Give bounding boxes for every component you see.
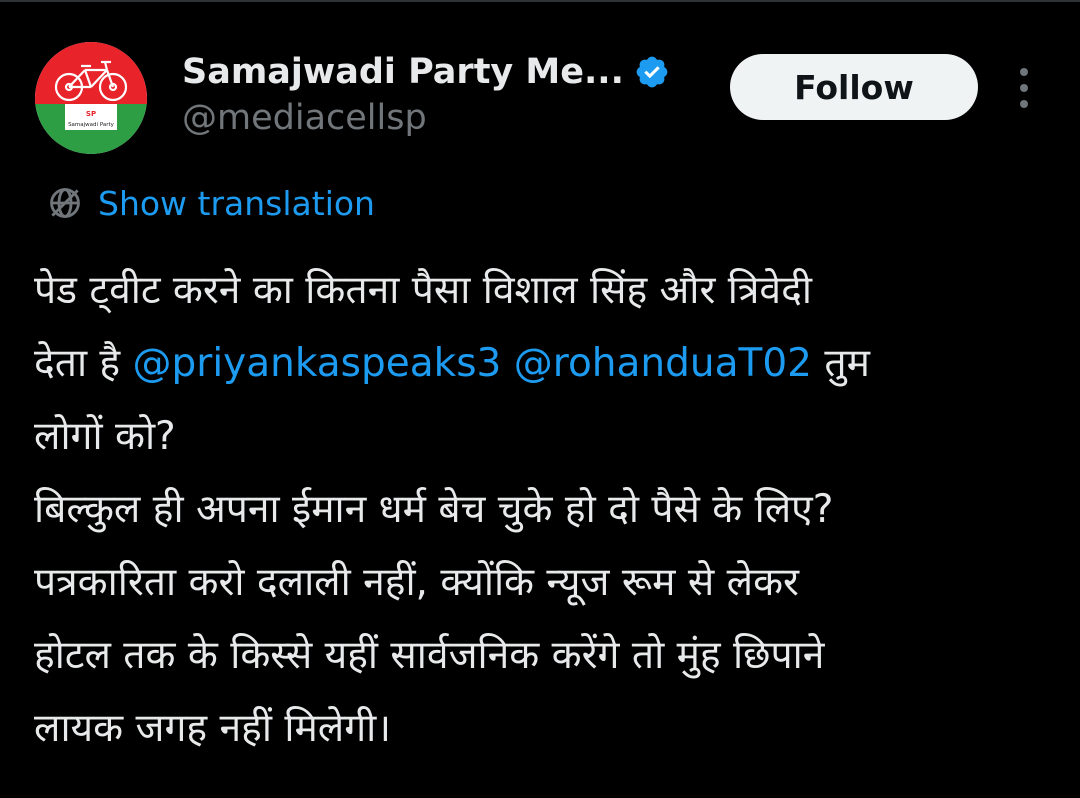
author-handle[interactable]: @mediacellsp [182, 98, 427, 138]
mention-link[interactable]: @rohanduaT02 [514, 341, 812, 386]
more-dot [1020, 68, 1028, 76]
tweet-line: देता है @priyankaspeaks3 @rohanduaT02 तु… [34, 327, 1054, 400]
top-divider [0, 0, 1080, 2]
tweet-line: लायक जगह नहीं मिलेगी। [34, 706, 392, 751]
show-translation-link[interactable]: Show translation [46, 180, 375, 226]
verified-badge-icon [634, 54, 670, 90]
more-options-icon[interactable] [1008, 68, 1040, 108]
tweet-text-segment: देता है [34, 341, 133, 386]
display-name-text[interactable]: Samajwadi Party Me... [182, 52, 624, 92]
tweet-text-segment: तुम [811, 341, 870, 386]
follow-button[interactable]: Follow [730, 54, 978, 120]
samajwadi-party-logo-icon: SP Samajwadi Party [35, 42, 147, 154]
avatar[interactable]: SP Samajwadi Party [35, 42, 147, 154]
tweet-line: लोगों को? [34, 414, 176, 459]
tweet-line: पेड ट्वीट करने का कितना पैसा विशाल सिंह … [34, 268, 812, 313]
tweet-line: होटल तक के किस्से यहीं सार्वजनिक करेंगे … [34, 633, 825, 678]
logo-text-top: SP [86, 110, 96, 118]
tweet-body: पेड ट्वीट करने का कितना पैसा विशाल सिंह … [34, 254, 1054, 765]
show-translation-label[interactable]: Show translation [98, 184, 375, 223]
globe-icon [46, 184, 84, 222]
more-dot [1020, 100, 1028, 108]
author-display-name[interactable]: Samajwadi Party Me... [182, 48, 670, 96]
tweet-line: पत्रकारिता करो दलाली नहीं, क्योंकि न्यूज… [34, 560, 799, 605]
logo-text-bottom: Samajwadi Party [68, 122, 115, 128]
more-dot [1020, 84, 1028, 92]
tweet-line: बिल्कुल ही अपना ईमान धर्म बेच चुके हो दो… [34, 487, 834, 532]
tweet-text-segment [501, 341, 513, 386]
mention-link[interactable]: @priyankaspeaks3 [133, 341, 502, 386]
